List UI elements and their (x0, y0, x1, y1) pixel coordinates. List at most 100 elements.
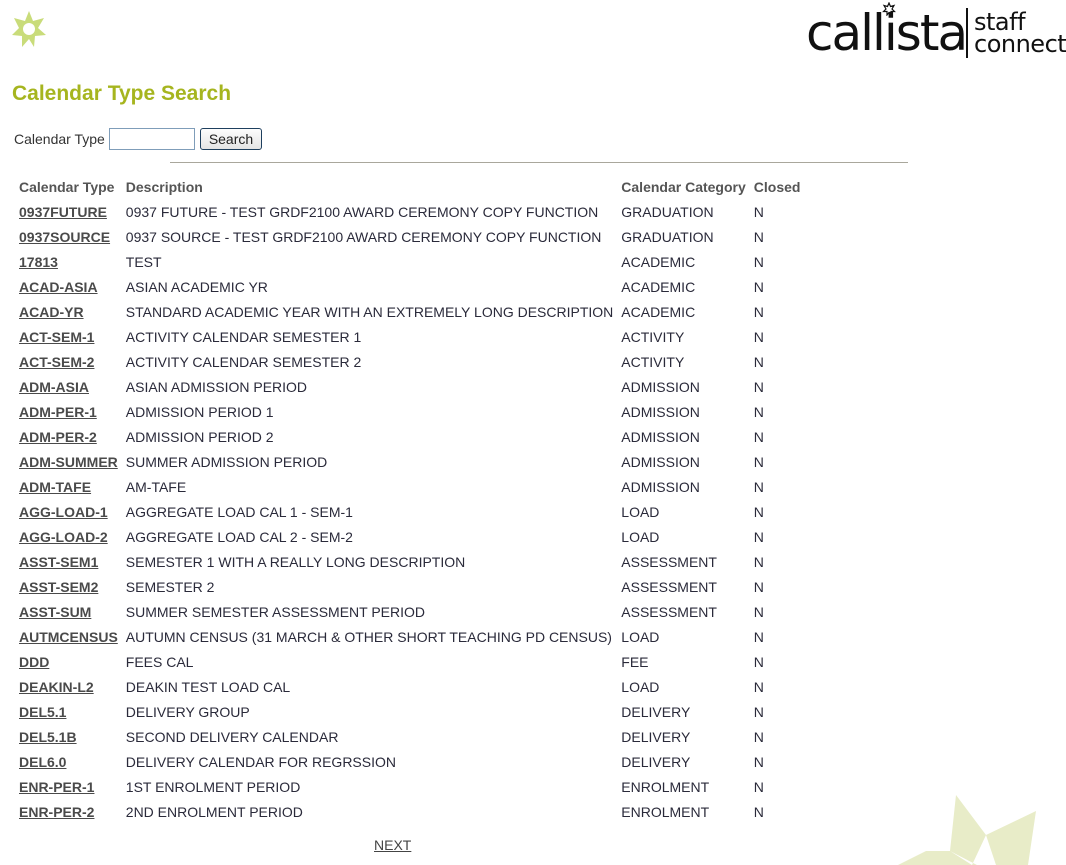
cell-calendar-category: DELIVERY (617, 724, 749, 749)
cell-closed: N (750, 474, 805, 499)
calendar-type-link[interactable]: 0937SOURCE (19, 229, 110, 245)
cell-calendar-type: DEL5.1 (15, 699, 122, 724)
cell-closed: N (750, 799, 805, 824)
cell-calendar-type: AGG-LOAD-1 (15, 499, 122, 524)
calendar-type-results-table: Calendar Type Description Calendar Categ… (15, 175, 804, 824)
cell-closed: N (750, 349, 805, 374)
cell-closed: N (750, 649, 805, 674)
cell-description: 0937 SOURCE - TEST GRDF2100 AWARD CEREMO… (122, 224, 618, 249)
cell-calendar-category: ACADEMIC (617, 249, 749, 274)
column-header-calendar-category: Calendar Category (617, 175, 749, 199)
cell-description: ADMISSION PERIOD 2 (122, 424, 618, 449)
table-row: ASST-SEM2SEMESTER 2ASSESSMENTN (15, 574, 804, 599)
next-page-link[interactable]: NEXT (374, 837, 411, 853)
table-row: DEL6.0DELIVERY CALENDAR FOR REGRSSIONDEL… (15, 749, 804, 774)
table-row: ASST-SUMSUMMER SEMESTER ASSESSMENT PERIO… (15, 599, 804, 624)
cell-calendar-category: LOAD (617, 499, 749, 524)
calendar-type-link[interactable]: DEAKIN-L2 (19, 679, 94, 695)
table-row: 0937SOURCE 0937 SOURCE - TEST GRDF2100 AW… (15, 224, 804, 249)
calendar-type-link[interactable]: AGG-LOAD-1 (19, 504, 108, 520)
cell-description: 0937 FUTURE - TEST GRDF2100 AWARD CEREMO… (122, 199, 618, 224)
calendar-type-link[interactable]: ACT-SEM-1 (19, 329, 94, 345)
calendar-type-link[interactable]: AUTMCENSUS (19, 629, 118, 645)
search-button[interactable]: Search (200, 128, 262, 150)
calendar-type-link[interactable]: DEL5.1B (19, 729, 77, 745)
cell-closed: N (750, 624, 805, 649)
cell-calendar-category: ACADEMIC (617, 274, 749, 299)
cell-calendar-type: AUTMCENSUS (15, 624, 122, 649)
cell-closed: N (750, 274, 805, 299)
cell-description: ACTIVITY CALENDAR SEMESTER 2 (122, 349, 618, 374)
calendar-type-link[interactable]: DEL6.0 (19, 754, 66, 770)
cell-description: DEAKIN TEST LOAD CAL (122, 674, 618, 699)
cell-closed: N (750, 324, 805, 349)
brand-sub-connect: connect (974, 32, 1066, 56)
cell-closed: N (750, 549, 805, 574)
calendar-type-link[interactable]: ENR-PER-1 (19, 779, 94, 795)
cell-description: 2ND ENROLMENT PERIOD (122, 799, 618, 824)
separator-line (170, 162, 908, 163)
cell-calendar-category: ACTIVITY (617, 349, 749, 374)
table-row: DEAKIN-L2DEAKIN TEST LOAD CALLOADN (15, 674, 804, 699)
cell-closed: N (750, 399, 805, 424)
cell-closed: N (750, 724, 805, 749)
calendar-type-link[interactable]: ADM-ASIA (19, 379, 89, 395)
calendar-type-link[interactable]: DEL5.1 (19, 704, 66, 720)
cell-closed: N (750, 749, 805, 774)
column-header-description: Description (122, 175, 618, 199)
cell-closed: N (750, 674, 805, 699)
table-row: DEL5.1BSECOND DELIVERY CALENDARDELIVERYN (15, 724, 804, 749)
calendar-type-link[interactable]: ADM-PER-2 (19, 429, 97, 445)
calendar-type-link[interactable]: 0937FUTURE (19, 204, 107, 220)
calendar-type-link[interactable]: ACAD-ASIA (19, 279, 98, 295)
cell-calendar-type: ASST-SEM1 (15, 549, 122, 574)
calendar-type-link[interactable]: ADM-TAFE (19, 479, 91, 495)
cell-calendar-category: GRADUATION (617, 199, 749, 224)
calendar-type-link[interactable]: ADM-PER-1 (19, 404, 97, 420)
calendar-type-link[interactable]: ACT-SEM-2 (19, 354, 94, 370)
table-row: ACT-SEM-1ACTIVITY CALENDAR SEMESTER 1ACT… (15, 324, 804, 349)
cell-calendar-type: 17813 (15, 249, 122, 274)
brand-star-icon (882, 2, 896, 16)
cell-calendar-category: LOAD (617, 624, 749, 649)
table-row: ACAD-YRSTANDARD ACADEMIC YEAR WITH AN EX… (15, 299, 804, 324)
cell-closed: N (750, 599, 805, 624)
calendar-type-link[interactable]: ASST-SEM2 (19, 579, 98, 595)
cell-description: 1ST ENROLMENT PERIOD (122, 774, 618, 799)
column-header-calendar-type: Calendar Type (15, 175, 122, 199)
calendar-type-link[interactable]: DDD (19, 654, 49, 670)
search-form: Calendar Type Search (14, 128, 262, 150)
page-title: Calendar Type Search (12, 82, 231, 106)
star-logo-icon (10, 10, 48, 48)
calendar-type-link[interactable]: ACAD-YR (19, 304, 84, 320)
cell-closed: N (750, 299, 805, 324)
table-row: ENR-PER-22ND ENROLMENT PERIODENROLMENTN (15, 799, 804, 824)
calendar-type-input[interactable] (109, 128, 195, 150)
cell-description: AUTUMN CENSUS (31 MARCH & OTHER SHORT TE… (122, 624, 618, 649)
cell-description: ASIAN ADMISSION PERIOD (122, 374, 618, 399)
calendar-type-link[interactable]: AGG-LOAD-2 (19, 529, 108, 545)
calendar-type-link[interactable]: ASST-SEM1 (19, 554, 98, 570)
cell-description: ASIAN ACADEMIC YR (122, 274, 618, 299)
cell-calendar-type: ADM-PER-2 (15, 424, 122, 449)
cell-calendar-category: ACTIVITY (617, 324, 749, 349)
cell-closed: N (750, 249, 805, 274)
cell-description: SEMESTER 1 WITH A REALLY LONG DESCRIPTIO… (122, 549, 618, 574)
table-row: 17813TESTACADEMICN (15, 249, 804, 274)
table-header-row: Calendar Type Description Calendar Categ… (15, 175, 804, 199)
cell-calendar-category: ENROLMENT (617, 774, 749, 799)
calendar-type-link[interactable]: ENR-PER-2 (19, 804, 94, 820)
calendar-type-link[interactable]: ASST-SUM (19, 604, 91, 620)
cell-calendar-category: ASSESSMENT (617, 599, 749, 624)
cell-calendar-type: ENR-PER-2 (15, 799, 122, 824)
cell-closed: N (750, 199, 805, 224)
calendar-type-link[interactable]: 17813 (19, 254, 58, 270)
cell-calendar-type: 0937FUTURE (15, 199, 122, 224)
cell-description: FEES CAL (122, 649, 618, 674)
cell-calendar-type: 0937SOURCE (15, 224, 122, 249)
cell-calendar-type: ACAD-YR (15, 299, 122, 324)
cell-calendar-category: GRADUATION (617, 224, 749, 249)
cell-description: SEMESTER 2 (122, 574, 618, 599)
calendar-type-link[interactable]: ADM-SUMMER (19, 454, 118, 470)
cell-calendar-type: DDD (15, 649, 122, 674)
